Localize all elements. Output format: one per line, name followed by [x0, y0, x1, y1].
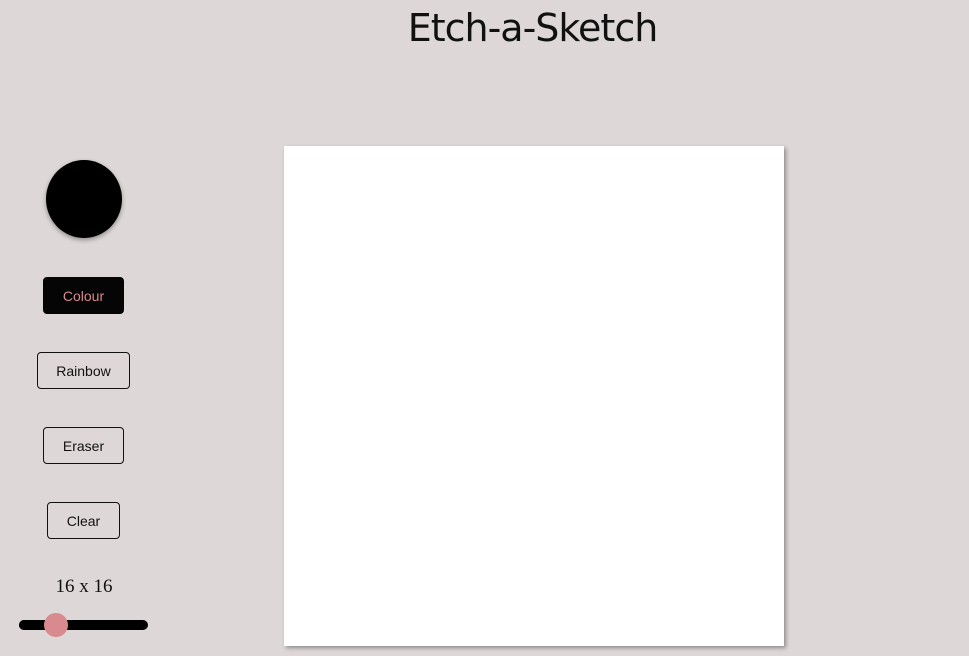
rainbow-button[interactable]: Rainbow	[37, 352, 130, 389]
sketch-canvas[interactable]	[284, 146, 784, 646]
sidebar: Colour Rainbow Eraser Clear 16 x 16	[0, 0, 168, 656]
grid-size-slider[interactable]	[19, 613, 148, 637]
grid-size-label: 16 x 16	[55, 576, 113, 597]
color-picker[interactable]	[46, 160, 122, 238]
page: Etch-a-Sketch Colour Rainbow Eraser Clea…	[0, 0, 969, 656]
slider-thumb[interactable]	[44, 613, 68, 637]
colour-button[interactable]: Colour	[43, 277, 124, 314]
clear-button[interactable]: Clear	[47, 502, 120, 539]
eraser-button[interactable]: Eraser	[43, 427, 124, 464]
